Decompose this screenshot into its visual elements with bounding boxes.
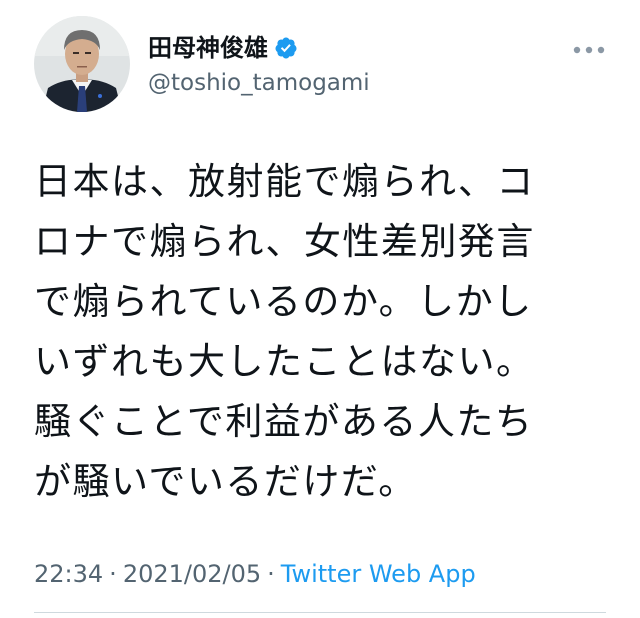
author-handle[interactable]: @toshio_tamogami	[148, 66, 370, 100]
verified-badge-icon	[274, 36, 298, 60]
avatar-image	[34, 16, 130, 112]
tweet-text-line: 騒ぐことで利益がある人たち	[34, 400, 534, 443]
tweet-meta: 22:34 · 2021/02/05 · Twitter Web App	[34, 556, 476, 592]
tweet-text-line: 日本は、放射能で煽られ、コ	[34, 160, 535, 203]
tweet-text-line: いずれも大したことはない。	[34, 340, 535, 383]
tweet-time[interactable]: 22:34	[34, 560, 103, 588]
tweet-text-line: ロナで煽られ、女性差別発言	[34, 220, 535, 263]
tweet-text-line: で煽られているのか。しかし	[34, 280, 533, 323]
tweet-card: 田母神俊雄 @toshio_tamogami 日本は、放射能で煽られ、コ ロナで…	[0, 0, 640, 618]
meta-separator: ·	[109, 560, 117, 588]
display-name[interactable]: 田母神俊雄	[148, 31, 268, 65]
author-name-row[interactable]: 田母神俊雄	[148, 31, 298, 65]
more-horizontal-icon[interactable]	[572, 36, 606, 64]
tweet-date[interactable]: 2021/02/05	[123, 560, 261, 588]
tweet-source-link[interactable]: Twitter Web App	[281, 560, 476, 588]
tweet-text-line: が騒いでいるだけだ。	[34, 460, 417, 503]
divider	[34, 612, 606, 613]
avatar[interactable]	[34, 16, 130, 112]
meta-separator: ·	[267, 560, 275, 588]
tweet-text: 日本は、放射能で煽られ、コ ロナで煽られ、女性差別発言 で煽られているのか。しか…	[34, 152, 606, 512]
